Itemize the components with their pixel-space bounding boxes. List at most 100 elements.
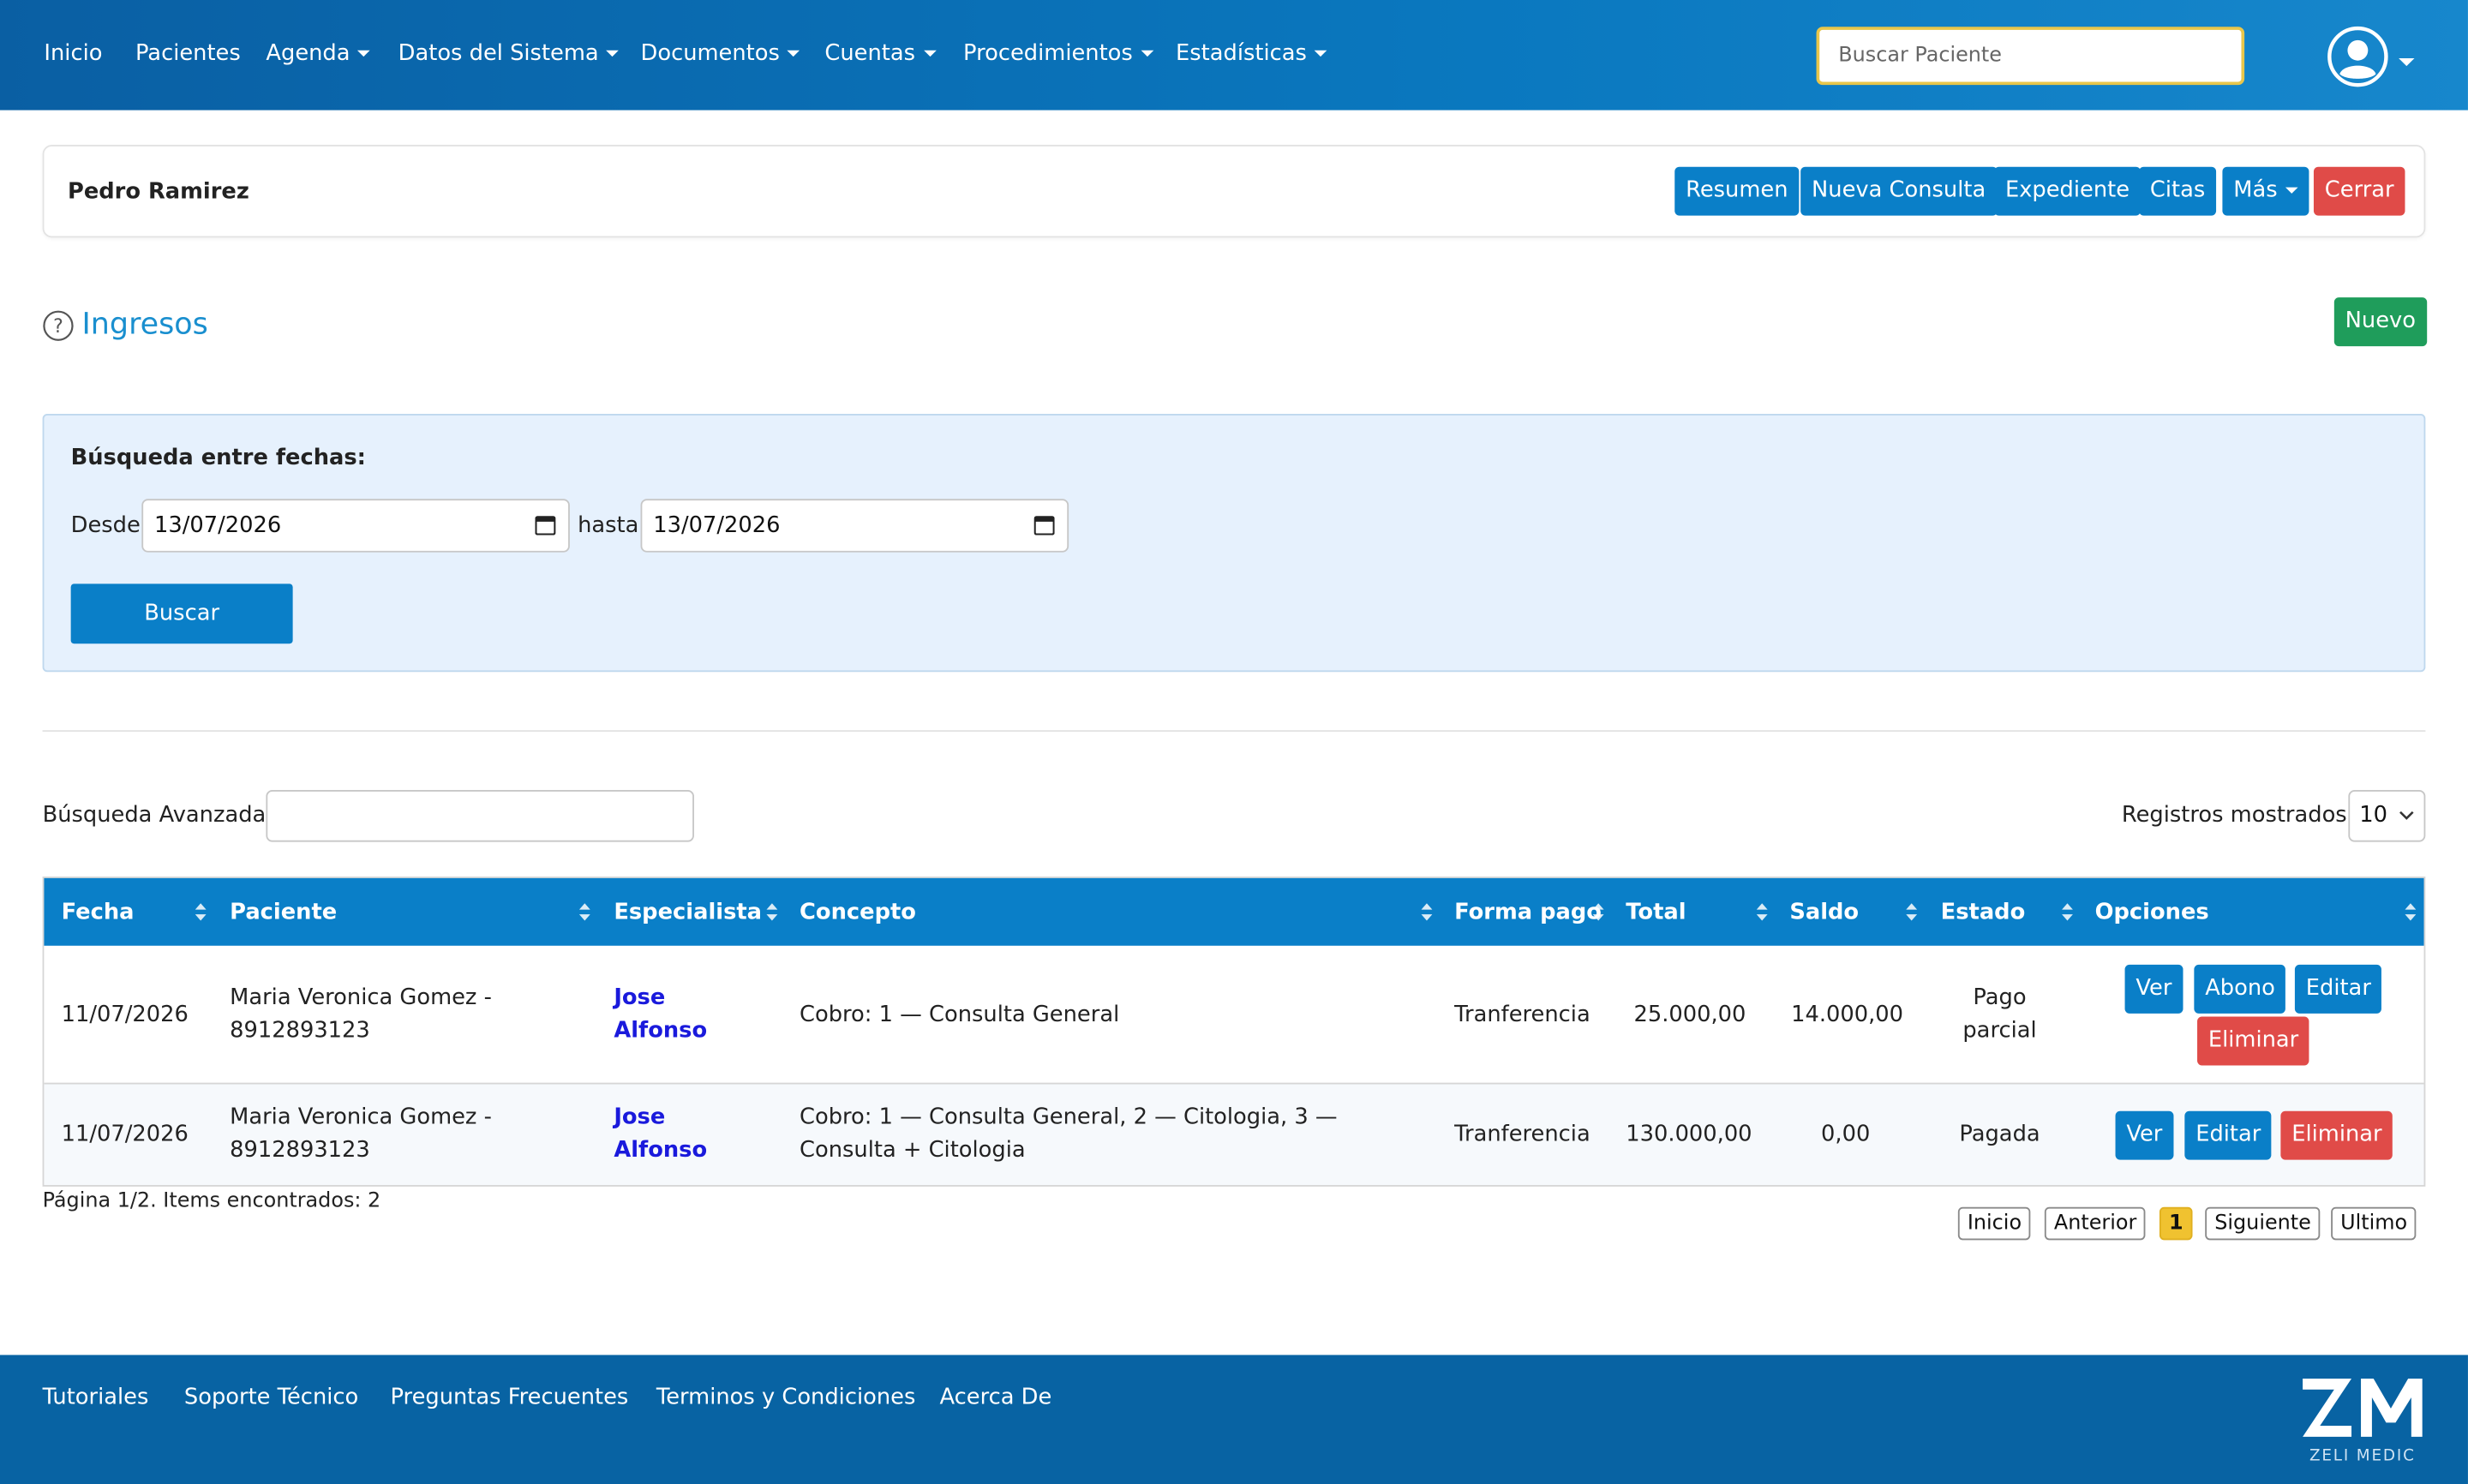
calendar-icon[interactable] (1033, 515, 1055, 536)
cell-saldo: 0,00 (1821, 1122, 1871, 1147)
abono-button[interactable]: Abono (2194, 964, 2286, 1014)
from-label: Desde (70, 512, 141, 539)
cell-fecha: 11/07/2026 (61, 1122, 189, 1147)
sort-icon[interactable] (2405, 903, 2417, 921)
cell-fecha: 11/07/2026 (61, 1002, 189, 1028)
patient-card: Pedro Ramirez Resumen Nueva Consulta Exp… (42, 144, 2426, 238)
footer-link-acerca[interactable]: Acerca De (940, 1385, 1052, 1409)
zeli-medic-logo: ZELI MEDIC (2303, 1378, 2423, 1464)
eliminar-button[interactable]: Eliminar (2197, 1016, 2310, 1066)
date-search-panel: Búsqueda entre fechas: Desde 13/07/2026 … (42, 414, 2426, 673)
chevron-down-icon (923, 50, 936, 57)
footer-link-terminos[interactable]: Terminos y Condiciones (656, 1385, 915, 1409)
nuevo-button[interactable]: Nuevo (2333, 297, 2427, 347)
from-date-value: 13/07/2026 (153, 512, 282, 539)
page-title: Ingresos (81, 307, 208, 342)
cell-total: 25.000,00 (1633, 1002, 1746, 1028)
expediente-button[interactable]: Expediente (1994, 166, 2141, 216)
col-forma-pago[interactable]: Forma pago (1454, 901, 1602, 925)
nav-estadisticas[interactable]: Estadísticas (1176, 41, 1327, 66)
nav-inicio[interactable]: Inicio (44, 41, 102, 66)
resumen-button[interactable]: Resumen (1674, 166, 1800, 216)
divider (42, 730, 2426, 733)
mas-dropdown-button[interactable]: Más (2222, 166, 2309, 216)
table-row: 11/07/2026 Maria Veronica Gomez - 891289… (44, 1084, 2424, 1186)
cell-concepto: Cobro: 1 — Consulta General, 2 — Citolog… (800, 1104, 1338, 1164)
cerrar-button[interactable]: Cerrar (2313, 166, 2405, 216)
page-current-button[interactable]: 1 (2159, 1206, 2193, 1241)
nav-agenda[interactable]: Agenda (266, 41, 371, 66)
chevron-down-icon (606, 50, 620, 57)
eliminar-button[interactable]: Eliminar (2280, 1110, 2393, 1160)
chevron-down-icon (1141, 50, 1153, 57)
from-date-input[interactable]: 13/07/2026 (141, 499, 570, 553)
citas-button[interactable]: Citas (2139, 166, 2217, 216)
col-paciente[interactable]: Paciente (230, 901, 337, 925)
ver-button[interactable]: Ver (2124, 964, 2183, 1014)
footer-link-preguntas[interactable]: Preguntas Frecuentes (391, 1385, 629, 1409)
footer-link-tutoriales[interactable]: Tutoriales (43, 1385, 149, 1409)
cell-forma-pago: Tranferencia (1454, 1122, 1590, 1147)
sort-icon[interactable] (1421, 903, 1433, 921)
footer-link-soporte[interactable]: Soporte Técnico (184, 1385, 358, 1409)
sort-icon[interactable] (195, 903, 207, 921)
col-especialista[interactable]: Especialista (614, 901, 762, 925)
nav-pacientes[interactable]: Pacientes (135, 41, 241, 66)
advanced-search-input[interactable] (266, 790, 694, 842)
nav-cuentas[interactable]: Cuentas (824, 41, 936, 66)
user-circle-icon[interactable] (2327, 25, 2389, 87)
cell-total: 130.000,00 (1626, 1122, 1752, 1147)
cell-estado: Pago parcial (1962, 984, 2037, 1044)
page-last-button[interactable]: Ultimo (2331, 1206, 2417, 1241)
records-shown-select[interactable]: 10 (2348, 790, 2426, 842)
editar-button[interactable]: Editar (2184, 1110, 2273, 1160)
cell-saldo: 14.000,00 (1791, 1002, 1904, 1028)
date-search-title: Búsqueda entre fechas: (70, 445, 366, 471)
nav-datos-del-sistema[interactable]: Datos del Sistema (398, 41, 620, 66)
nav-procedimientos[interactable]: Procedimientos (963, 41, 1153, 66)
specialist-link[interactable]: Jose Alfonso (614, 982, 707, 1048)
chevron-down-icon (357, 50, 371, 57)
footer: Tutoriales Soporte Técnico Preguntas Fre… (0, 1355, 2468, 1484)
cell-paciente: Maria Veronica Gomez - 8912893123 (230, 1104, 492, 1164)
records-shown-label: Registros mostrados: (2121, 802, 2355, 829)
ver-button[interactable]: Ver (2115, 1110, 2174, 1160)
svg-text:?: ? (53, 316, 63, 338)
cell-concepto: Cobro: 1 — Consulta General (800, 1002, 1120, 1028)
chevron-down-icon (2285, 187, 2298, 194)
sort-icon[interactable] (1906, 903, 1918, 921)
specialist-link[interactable]: Jose Alfonso (614, 1102, 707, 1168)
cell-forma-pago: Tranferencia (1454, 1002, 1590, 1028)
editar-button[interactable]: Editar (2294, 964, 2382, 1014)
nueva-consulta-button[interactable]: Nueva Consulta (1800, 166, 1998, 216)
calendar-icon[interactable] (535, 515, 556, 536)
sort-icon[interactable] (1756, 903, 1768, 921)
income-table: Fecha Paciente Especialista Concepto For… (42, 877, 2426, 1187)
help-icon[interactable]: ? (43, 310, 75, 342)
sort-icon[interactable] (766, 903, 778, 921)
page-first-button[interactable]: Inicio (1957, 1206, 2032, 1241)
sort-icon[interactable] (578, 903, 590, 921)
chevron-down-icon (2399, 811, 2414, 820)
table-header: Fecha Paciente Especialista Concepto For… (44, 877, 2424, 946)
page-next-button[interactable]: Siguiente (2205, 1206, 2321, 1241)
col-opciones[interactable]: Opciones (2095, 901, 2209, 925)
patient-name: Pedro Ramirez (67, 179, 249, 205)
col-estado[interactable]: Estado (1941, 901, 2026, 925)
top-navbar: Inicio Pacientes Agenda Datos del Sistem… (0, 0, 2468, 111)
col-total[interactable]: Total (1626, 901, 1686, 925)
patient-search-input[interactable] (1816, 27, 2245, 86)
chevron-down-icon[interactable] (2399, 57, 2415, 67)
chevron-down-icon (788, 50, 800, 57)
col-fecha[interactable]: Fecha (62, 901, 135, 925)
buscar-button[interactable]: Buscar (70, 583, 293, 644)
col-saldo[interactable]: Saldo (1789, 901, 1859, 925)
col-concepto[interactable]: Concepto (800, 901, 916, 925)
sort-icon[interactable] (1592, 903, 1604, 921)
to-date-input[interactable]: 13/07/2026 (640, 499, 1069, 553)
nav-documentos[interactable]: Documentos (641, 41, 800, 66)
sort-icon[interactable] (2062, 903, 2073, 921)
page-prev-button[interactable]: Anterior (2044, 1206, 2147, 1241)
cell-paciente: Maria Veronica Gomez - 8912893123 (230, 984, 492, 1044)
table-row: 11/07/2026 Maria Veronica Gomez - 891289… (44, 945, 2424, 1085)
